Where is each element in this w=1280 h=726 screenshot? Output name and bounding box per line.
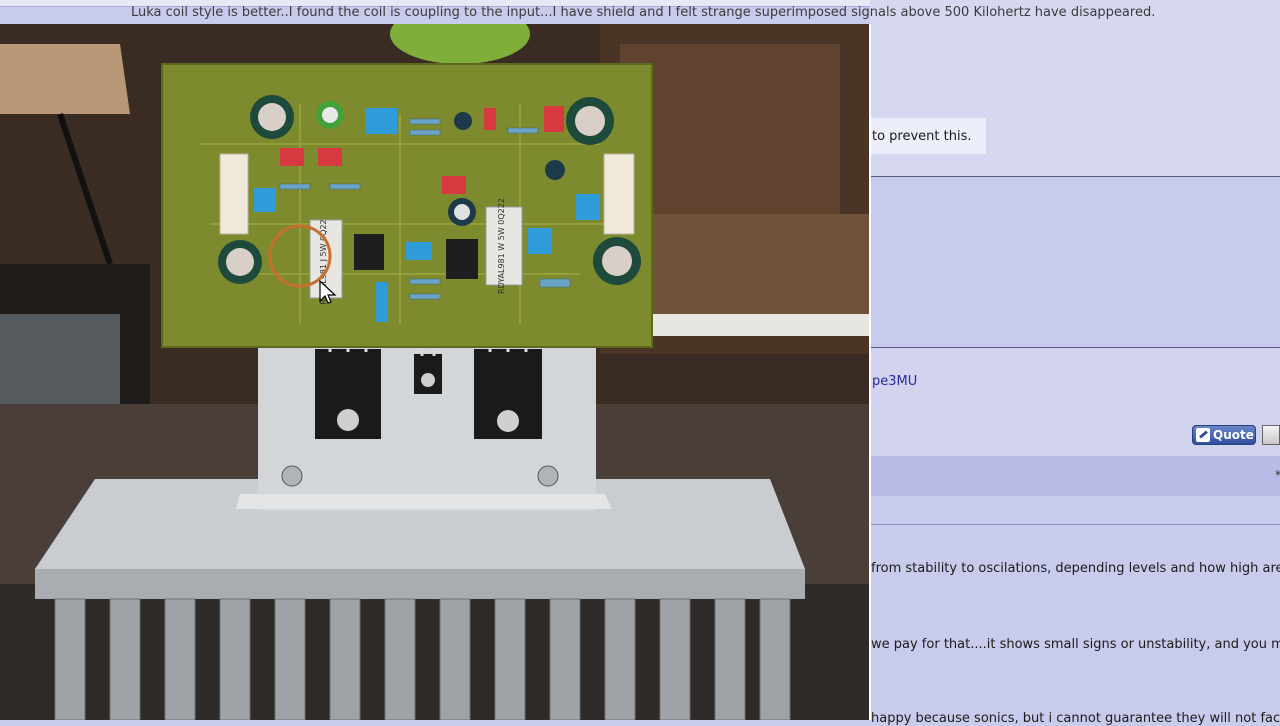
edit-button[interactable] [1262, 425, 1280, 445]
post-panel-2 [870, 177, 1280, 347]
post-subheader [870, 496, 1280, 524]
mouse-cursor-icon [319, 279, 337, 304]
post-body-panel [870, 525, 1280, 720]
post-text-snippet: to prevent this. [866, 118, 986, 154]
post-header-bar [870, 456, 1280, 496]
post-text-line: happy because sonics, but i cannot guara… [871, 711, 1280, 726]
post-text-line: to prevent this. [872, 128, 972, 144]
quote-button[interactable]: Quote [1192, 425, 1256, 445]
post-text-line: Luka coil style is better..I found the c… [131, 5, 1156, 20]
quote-button-label: Quote [1213, 428, 1254, 442]
post-link[interactable]: pe3MU [872, 374, 917, 389]
post-text-line: from stability to oscilations, depending… [871, 561, 1280, 576]
amplifier-photo[interactable]: RDYAL981 J 5W 0Q22 RDYAL981 W 5W 0Q222 [0, 24, 871, 720]
transistor-label-right: RDYAL981 W 5W 0Q222 [497, 198, 506, 294]
post-text-line: we pay for that....it shows small signs … [871, 637, 1280, 652]
post-star-mark: * [1275, 468, 1280, 482]
pencil-icon [1196, 428, 1210, 442]
amplifier-photo-illustration: RDYAL981 J 5W 0Q22 RDYAL981 W 5W 0Q222 [0, 24, 869, 720]
